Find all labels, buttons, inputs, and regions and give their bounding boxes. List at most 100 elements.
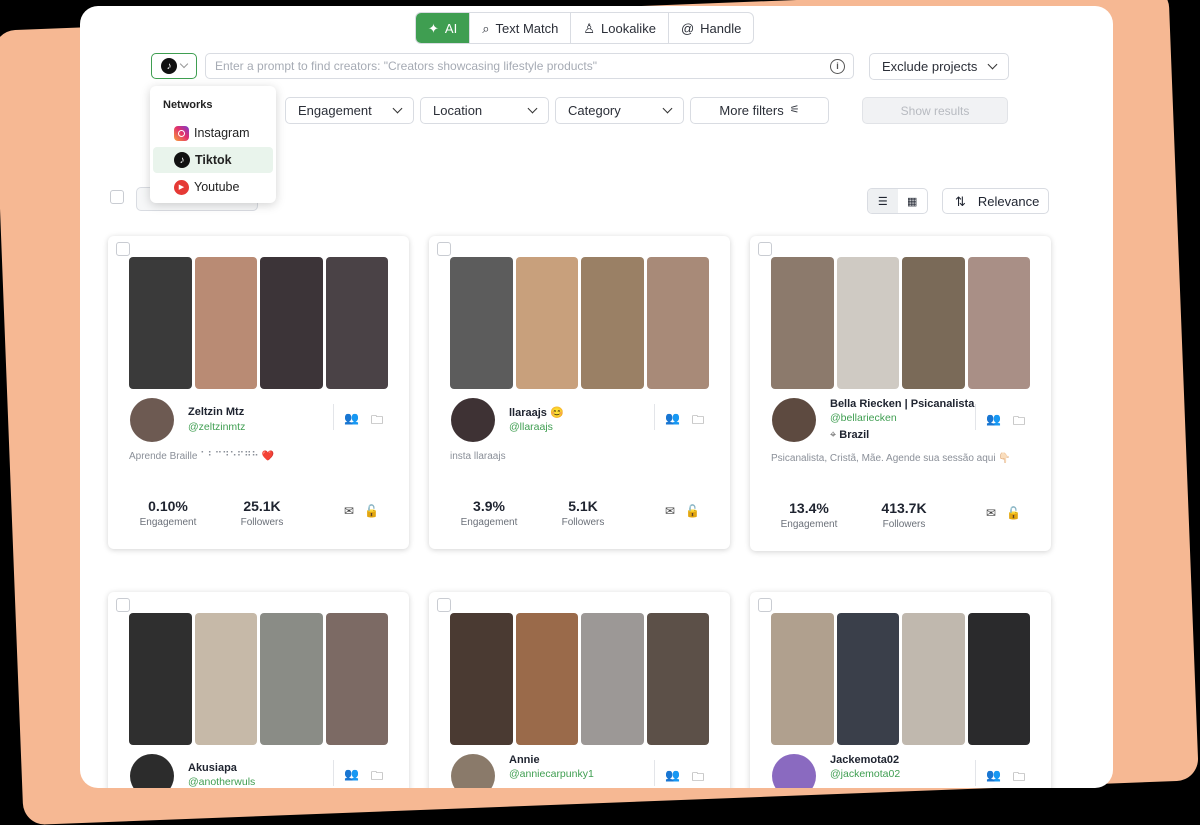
add-to-folder-icon[interactable]: 🗀 xyxy=(692,411,704,432)
post-thumbnail[interactable] xyxy=(581,613,644,745)
sort-dropdown[interactable]: ⇅ Relevance xyxy=(942,188,1049,214)
engagement-stat: 3.9% Engagement xyxy=(460,498,518,528)
menu-item-youtube[interactable]: ▶ Youtube xyxy=(153,174,273,200)
tab-lookalike[interactable]: ♙ Lookalike xyxy=(571,13,669,43)
post-thumbnail[interactable] xyxy=(194,257,257,389)
creator-card[interactable]: Zeltzin Mtz @zeltzinmtz 👥 🗀 Aprende Brai… xyxy=(108,236,409,549)
creator-handle[interactable]: @anotherwuls xyxy=(188,776,255,788)
post-thumbnail[interactable] xyxy=(836,257,899,389)
add-to-folder-icon[interactable]: 🗀 xyxy=(371,767,383,788)
post-thumbnail[interactable] xyxy=(260,257,323,389)
location-dropdown[interactable]: Location xyxy=(420,97,549,124)
lookalike-icon[interactable]: 👥 xyxy=(344,767,359,781)
post-thumbnail[interactable] xyxy=(325,257,388,389)
search-icon: ⌕ xyxy=(482,20,490,36)
card-checkbox[interactable] xyxy=(758,598,772,612)
creator-card[interactable]: Annie @anniecarpunky1 👥 🗀 xyxy=(429,592,730,788)
creator-name[interactable]: llaraajs 😊 xyxy=(509,406,564,419)
post-thumbnail[interactable] xyxy=(646,613,709,745)
select-all-checkbox[interactable] xyxy=(110,190,124,204)
lookalike-icon[interactable]: 👥 xyxy=(986,412,1001,426)
post-thumbnail[interactable] xyxy=(967,613,1030,745)
creator-handle[interactable]: @jackemota02 xyxy=(830,768,900,780)
creator-name[interactable]: Bella Riecken | Psicanalista xyxy=(830,398,974,410)
lookalike-icon[interactable]: 👥 xyxy=(986,768,1001,782)
person-icon: ♙ xyxy=(583,20,595,36)
post-thumbnails xyxy=(129,613,388,745)
card-checkbox[interactable] xyxy=(758,242,772,256)
add-to-folder-icon[interactable]: 🗀 xyxy=(1013,768,1025,788)
tab-handle[interactable]: @ Handle xyxy=(669,13,753,43)
add-to-folder-icon[interactable]: 🗀 xyxy=(1013,412,1025,433)
post-thumbnail[interactable] xyxy=(902,257,965,389)
post-thumbnail[interactable] xyxy=(581,257,644,389)
avatar[interactable] xyxy=(772,398,816,442)
add-to-folder-icon[interactable]: 🗀 xyxy=(692,768,704,788)
card-checkbox[interactable] xyxy=(116,242,130,256)
avatar[interactable] xyxy=(451,754,495,788)
avatar[interactable] xyxy=(130,754,174,788)
more-filters-button[interactable]: More filters ⚟ xyxy=(690,97,829,124)
avatar[interactable] xyxy=(772,754,816,788)
search-mode-tabs: ✦ AI ⌕ Text Match ♙ Lookalike @ Handle xyxy=(415,12,755,44)
post-thumbnail[interactable] xyxy=(515,257,578,389)
email-icon[interactable]: ✉ xyxy=(344,504,354,518)
lookalike-icon[interactable]: 👥 xyxy=(344,411,359,425)
network-selector[interactable]: ♪ xyxy=(151,53,197,79)
post-thumbnail[interactable] xyxy=(450,257,513,389)
post-thumbnail[interactable] xyxy=(194,613,257,745)
tab-text-match[interactable]: ⌕ Text Match xyxy=(470,13,572,43)
card-checkbox[interactable] xyxy=(437,242,451,256)
creator-name[interactable]: Akusiapa xyxy=(188,762,237,774)
show-results-button[interactable]: Show results xyxy=(862,97,1008,124)
unlock-icon[interactable]: 🔓 xyxy=(685,504,700,518)
card-checkbox[interactable] xyxy=(437,598,451,612)
card-checkbox[interactable] xyxy=(116,598,130,612)
creator-handle[interactable]: @bellariecken xyxy=(830,412,897,424)
unlock-icon[interactable]: 🔓 xyxy=(1006,506,1021,520)
email-icon[interactable]: ✉ xyxy=(986,506,996,520)
post-thumbnail[interactable] xyxy=(260,613,323,745)
post-thumbnail[interactable] xyxy=(515,613,578,745)
post-thumbnail[interactable] xyxy=(325,613,388,745)
menu-item-instagram[interactable]: Instagram xyxy=(153,120,273,146)
creator-name[interactable]: Jackemota02 xyxy=(830,754,899,766)
menu-item-tiktok[interactable]: ♪ Tiktok xyxy=(153,147,273,173)
post-thumbnails xyxy=(450,257,709,389)
email-icon[interactable]: ✉ xyxy=(665,504,675,518)
creator-handle[interactable]: @zeltzinmtz xyxy=(188,421,245,433)
post-thumbnail[interactable] xyxy=(129,257,192,389)
creator-handle[interactable]: @llaraajs xyxy=(509,421,553,433)
category-dropdown[interactable]: Category xyxy=(555,97,684,124)
exclude-projects-dropdown[interactable]: Exclude projects xyxy=(869,53,1009,80)
add-to-folder-icon[interactable]: 🗀 xyxy=(371,411,383,432)
tab-ai[interactable]: ✦ AI xyxy=(416,13,471,43)
creator-bio: insta llaraajs xyxy=(450,451,506,462)
creator-card[interactable]: Jackemota02 @jackemota02 👥 🗀 xyxy=(750,592,1051,788)
lookalike-icon[interactable]: 👥 xyxy=(665,411,680,425)
avatar[interactable] xyxy=(130,398,174,442)
post-thumbnail[interactable] xyxy=(771,613,834,745)
lookalike-icon[interactable]: 👥 xyxy=(665,768,680,782)
avatar[interactable] xyxy=(451,398,495,442)
post-thumbnail[interactable] xyxy=(129,613,192,745)
post-thumbnail[interactable] xyxy=(836,613,899,745)
creator-card[interactable]: llaraajs 😊 @llaraajs 👥 🗀 insta llaraajs … xyxy=(429,236,730,549)
post-thumbnail[interactable] xyxy=(902,613,965,745)
post-thumbnail[interactable] xyxy=(646,257,709,389)
post-thumbnail[interactable] xyxy=(967,257,1030,389)
creator-card[interactable]: Akusiapa @anotherwuls 👥 🗀 xyxy=(108,592,409,788)
creator-name[interactable]: Zeltzin Mtz xyxy=(188,406,244,418)
creator-card[interactable]: Bella Riecken | Psicanalista @bellarieck… xyxy=(750,236,1051,551)
info-icon[interactable]: i xyxy=(830,59,845,74)
unlock-icon[interactable]: 🔓 xyxy=(364,504,379,518)
sort-icon: ⇅ xyxy=(955,193,966,209)
post-thumbnail[interactable] xyxy=(771,257,834,389)
grid-view-icon[interactable]: ▦ xyxy=(898,189,928,213)
list-view-icon[interactable]: ☰ xyxy=(868,189,898,213)
engagement-dropdown[interactable]: Engagement xyxy=(285,97,414,124)
creator-handle[interactable]: @anniecarpunky1 xyxy=(509,768,594,780)
creator-name[interactable]: Annie xyxy=(509,754,540,766)
post-thumbnail[interactable] xyxy=(450,613,513,745)
prompt-input[interactable] xyxy=(206,54,824,78)
